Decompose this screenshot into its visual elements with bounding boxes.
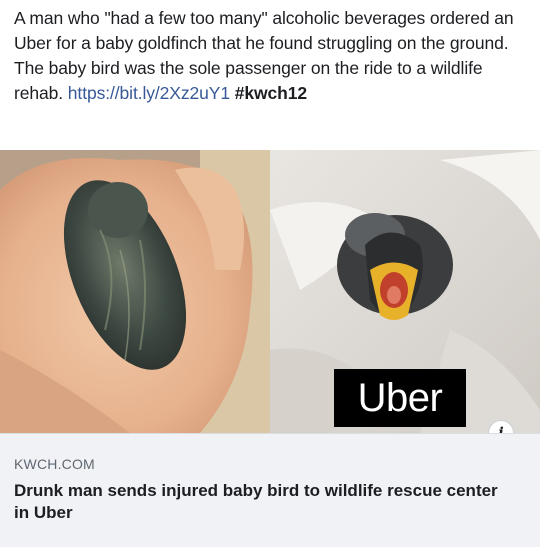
- uber-logo: Uber: [334, 369, 466, 427]
- post-link[interactable]: https://bit.ly/2Xz2uY1: [68, 83, 230, 103]
- link-preview-card[interactable]: KWCH.COM Drunk man sends injured baby bi…: [0, 433, 540, 547]
- link-source-domain: KWCH.COM: [14, 456, 95, 472]
- post-hashtag[interactable]: #kwch12: [235, 83, 307, 103]
- post-caption: A man who "had a few too many" alcoholic…: [14, 6, 530, 106]
- link-headline[interactable]: Drunk man sends injured baby bird to wil…: [14, 480, 514, 524]
- facebook-post: A man who "had a few too many" alcoholic…: [0, 0, 540, 547]
- photo-bird-in-hand: [0, 150, 270, 433]
